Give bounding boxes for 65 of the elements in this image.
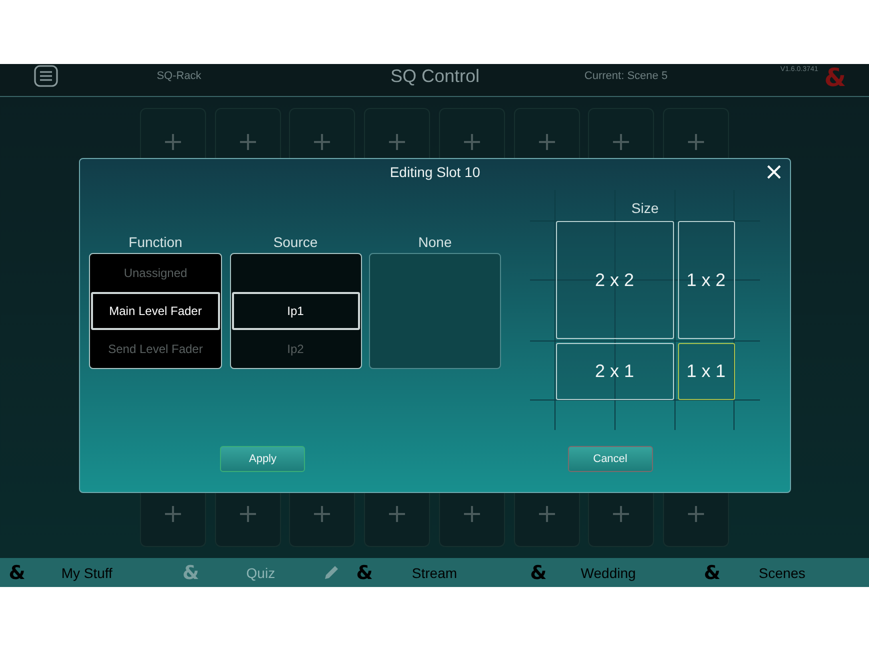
tab[interactable]: & Scenes	[695, 558, 869, 587]
apply-button[interactable]: Apply	[220, 446, 306, 472]
plus-icon	[538, 134, 555, 150]
tab[interactable]: & My Stuff	[0, 558, 174, 587]
logo: &	[824, 64, 846, 92]
size-heading: Size	[631, 199, 659, 217]
device-name: SQ-Rack	[156, 69, 202, 84]
logo-mark: &	[356, 562, 373, 584]
plus-icon	[240, 134, 256, 150]
plus-icon	[688, 506, 704, 522]
list-option[interactable]: Main Level Fader	[91, 292, 220, 330]
menu-icon[interactable]	[34, 65, 58, 87]
plus-icon	[613, 134, 630, 150]
list-option[interactable]: Ip1	[232, 292, 360, 330]
empty-slot-tile[interactable]	[662, 108, 729, 158]
empty-slot-tile[interactable]	[364, 108, 430, 158]
empty-slot-tile[interactable]	[588, 493, 654, 547]
empty-slot-tile[interactable]	[662, 493, 729, 547]
empty-slot-tile[interactable]	[214, 108, 281, 158]
plus-icon	[389, 134, 406, 150]
logo-mark: &	[182, 562, 200, 584]
size-option[interactable]: 2 x 1	[556, 343, 674, 400]
empty-slot-tile[interactable]	[364, 493, 430, 547]
empty-slot-tile[interactable]	[140, 108, 206, 158]
plus-icon	[464, 506, 480, 522]
column-heading: Source	[273, 233, 318, 251]
close-button[interactable]	[767, 164, 781, 178]
tab[interactable]: & Wedding	[521, 558, 696, 587]
size-option[interactable]: 2 x 2	[556, 221, 674, 339]
plus-icon	[314, 134, 330, 150]
size-option[interactable]: 1 x 2	[678, 221, 734, 339]
empty-slot-tile[interactable]	[438, 493, 505, 547]
empty-slot-tile[interactable]	[289, 493, 356, 547]
tab[interactable]: & Stream	[348, 558, 522, 587]
logo-mark: &	[8, 562, 26, 584]
plus-icon	[240, 506, 256, 522]
column-heading: None	[418, 233, 452, 251]
empty-slot-tile[interactable]	[140, 493, 206, 547]
cancel-button[interactable]: Cancel	[568, 446, 653, 472]
plus-icon	[613, 506, 630, 522]
plus-icon	[165, 134, 182, 150]
close-icon	[767, 164, 781, 178]
tab[interactable]: & Quiz	[174, 558, 348, 587]
dialog-title: Editing Slot 10	[390, 164, 480, 180]
list-option[interactable]: Send Level Fader	[90, 330, 221, 368]
plus-icon	[538, 506, 555, 522]
plus-icon	[389, 506, 406, 522]
list-option[interactable]: Unassigned	[90, 254, 221, 292]
logo-mark: &	[530, 562, 547, 584]
empty-slot-tile[interactable]	[588, 108, 654, 158]
empty-slot-tile[interactable]	[514, 108, 580, 158]
plus-icon	[464, 134, 480, 150]
plus-icon	[688, 134, 704, 150]
empty-slot-tile[interactable]	[438, 108, 505, 158]
plus-icon	[314, 506, 330, 522]
column-heading: Function	[128, 233, 182, 251]
empty-slot-tile[interactable]	[514, 493, 580, 547]
logo-mark: &	[704, 562, 720, 584]
app-title: SQ Control	[390, 65, 480, 88]
plus-icon	[165, 506, 182, 522]
empty-slot-tile[interactable]	[289, 108, 356, 158]
list-option[interactable]: Ip2	[230, 330, 360, 368]
current-scene-label: Current: Scene 5	[584, 69, 668, 84]
empty-slot-tile[interactable]	[214, 493, 281, 547]
size-option[interactable]: 1 x 1	[678, 343, 734, 400]
